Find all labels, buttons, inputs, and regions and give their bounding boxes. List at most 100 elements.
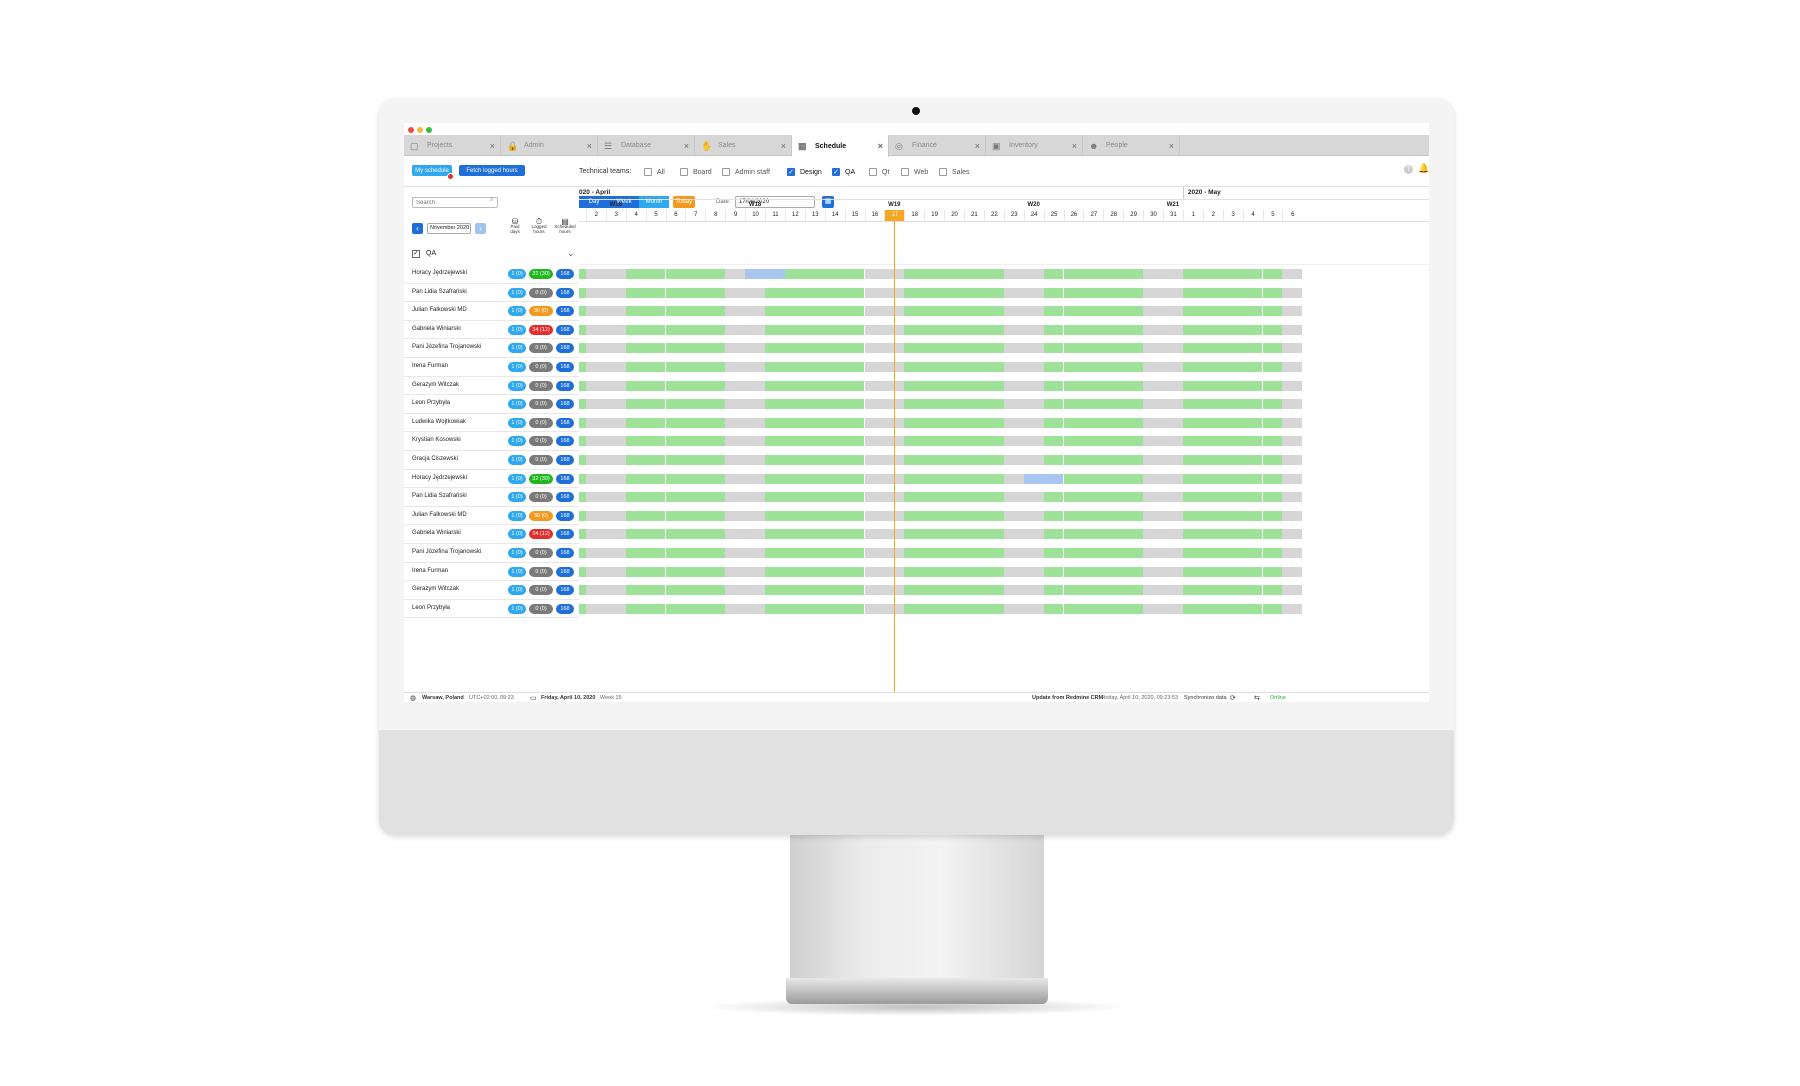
schedule-cell[interactable] [585, 399, 606, 410]
schedule-cell[interactable] [605, 306, 626, 317]
schedule-cell[interactable] [765, 585, 785, 596]
day-header[interactable]: 2 [585, 210, 606, 221]
schedule-cell[interactable] [579, 380, 586, 391]
schedule-cell[interactable] [1182, 380, 1203, 391]
schedule-cell[interactable] [904, 455, 925, 465]
day-header[interactable]: 4 [1242, 210, 1263, 221]
schedule-cell[interactable] [625, 603, 646, 614]
schedule-cell[interactable] [765, 455, 785, 465]
schedule-cell[interactable] [645, 455, 666, 465]
schedule-cell[interactable] [944, 548, 964, 558]
schedule-cell[interactable] [725, 417, 746, 428]
schedule-cell[interactable] [1043, 343, 1064, 354]
schedule-cell[interactable] [1282, 269, 1303, 279]
schedule-cell[interactable] [665, 417, 686, 428]
schedule-cell[interactable] [579, 585, 586, 596]
schedule-cell[interactable] [585, 269, 606, 279]
schedule-cell[interactable] [1083, 585, 1104, 596]
schedule-cell[interactable] [1143, 417, 1163, 428]
schedule-cell[interactable] [579, 417, 586, 428]
day-header[interactable]: 7 [685, 210, 705, 221]
schedule-cell[interactable] [579, 399, 586, 410]
schedule-cell[interactable] [585, 548, 606, 558]
schedule-cell[interactable] [1182, 603, 1203, 614]
schedule-cell[interactable] [804, 529, 825, 540]
schedule-cell[interactable] [725, 585, 746, 596]
schedule-cell[interactable] [1023, 492, 1044, 503]
team-filter-board[interactable]: Board [680, 168, 712, 176]
schedule-cell[interactable] [1003, 473, 1024, 484]
schedule-cell[interactable] [745, 343, 765, 354]
schedule-cell[interactable] [1202, 455, 1223, 465]
schedule-cell[interactable] [1262, 529, 1283, 540]
schedule-cell[interactable] [1143, 324, 1163, 335]
schedule-cell[interactable] [864, 343, 885, 354]
schedule-cell[interactable] [1143, 585, 1163, 596]
schedule-cell[interactable] [1103, 566, 1124, 577]
schedule-cell[interactable] [804, 269, 825, 279]
day-header[interactable]: 30 [1143, 210, 1163, 221]
schedule-cell[interactable] [1103, 380, 1124, 391]
schedule-cell[interactable] [1282, 585, 1303, 596]
schedule-cell[interactable] [1242, 380, 1263, 391]
schedule-cell[interactable] [579, 436, 586, 447]
schedule-cell[interactable] [665, 287, 686, 298]
schedule-cell[interactable] [1202, 585, 1223, 596]
checkbox[interactable] [722, 168, 730, 176]
schedule-cell[interactable] [1282, 510, 1303, 521]
schedule-cell[interactable] [1182, 492, 1203, 503]
schedule-cell[interactable] [1103, 529, 1124, 540]
schedule-cell[interactable] [1063, 269, 1084, 279]
schedule-cell[interactable] [1063, 380, 1084, 391]
schedule-cell[interactable] [864, 362, 885, 372]
schedule-cell[interactable] [765, 269, 785, 279]
schedule-cell[interactable] [1003, 362, 1024, 372]
schedule-cell[interactable] [1182, 417, 1203, 428]
schedule-cell[interactable] [725, 455, 746, 465]
schedule-cell[interactable] [1163, 324, 1183, 335]
schedule-cell[interactable] [904, 529, 925, 540]
schedule-cell[interactable] [1143, 269, 1163, 279]
schedule-cell[interactable] [1202, 510, 1223, 521]
schedule-cell[interactable] [745, 362, 765, 372]
schedule-cell[interactable] [1242, 492, 1263, 503]
schedule-cell[interactable] [585, 455, 606, 465]
schedule-cell[interactable] [579, 455, 586, 465]
schedule-cell[interactable] [605, 269, 626, 279]
schedule-cell[interactable] [864, 380, 885, 391]
member-row[interactable]: Julian Falkowski MD 1 (0) 30 (0) 168 [404, 302, 579, 321]
schedule-cell[interactable] [579, 566, 586, 577]
checkbox[interactable] [939, 168, 947, 176]
schedule-cell[interactable] [1103, 399, 1124, 410]
schedule-cell[interactable] [625, 380, 646, 391]
schedule-cell[interactable] [824, 287, 845, 298]
schedule-cell[interactable] [1043, 566, 1064, 577]
schedule-cell[interactable] [924, 603, 945, 614]
schedule-cell[interactable] [745, 436, 765, 447]
schedule-cell[interactable] [579, 324, 586, 335]
schedule-cell[interactable] [904, 436, 925, 447]
schedule-cell[interactable] [1163, 287, 1183, 298]
schedule-cell[interactable] [645, 324, 666, 335]
schedule-cell[interactable] [745, 548, 765, 558]
schedule-cell[interactable] [944, 492, 964, 503]
schedule-cell[interactable] [705, 603, 726, 614]
schedule-cell[interactable] [1003, 287, 1024, 298]
day-header[interactable]: 12 [784, 210, 805, 221]
schedule-cell[interactable] [1003, 324, 1024, 335]
schedule-cell[interactable] [1043, 362, 1064, 372]
schedule-cell[interactable] [983, 436, 1004, 447]
schedule-cell[interactable] [585, 473, 606, 484]
schedule-cell[interactable] [1163, 603, 1183, 614]
schedule-cell[interactable] [924, 529, 945, 540]
schedule-cell[interactable] [824, 585, 845, 596]
schedule-cell[interactable] [804, 380, 825, 391]
schedule-cell[interactable] [1222, 566, 1243, 577]
schedule-cell[interactable] [685, 306, 706, 317]
schedule-cell[interactable] [1242, 548, 1263, 558]
fetch-logged-hours-button[interactable]: Fetch logged hours [459, 165, 525, 176]
schedule-cell[interactable] [784, 603, 805, 614]
tab-finance[interactable]: ◎ Finance × [889, 135, 986, 156]
schedule-cell[interactable] [645, 473, 666, 484]
schedule-cell[interactable] [904, 399, 925, 410]
